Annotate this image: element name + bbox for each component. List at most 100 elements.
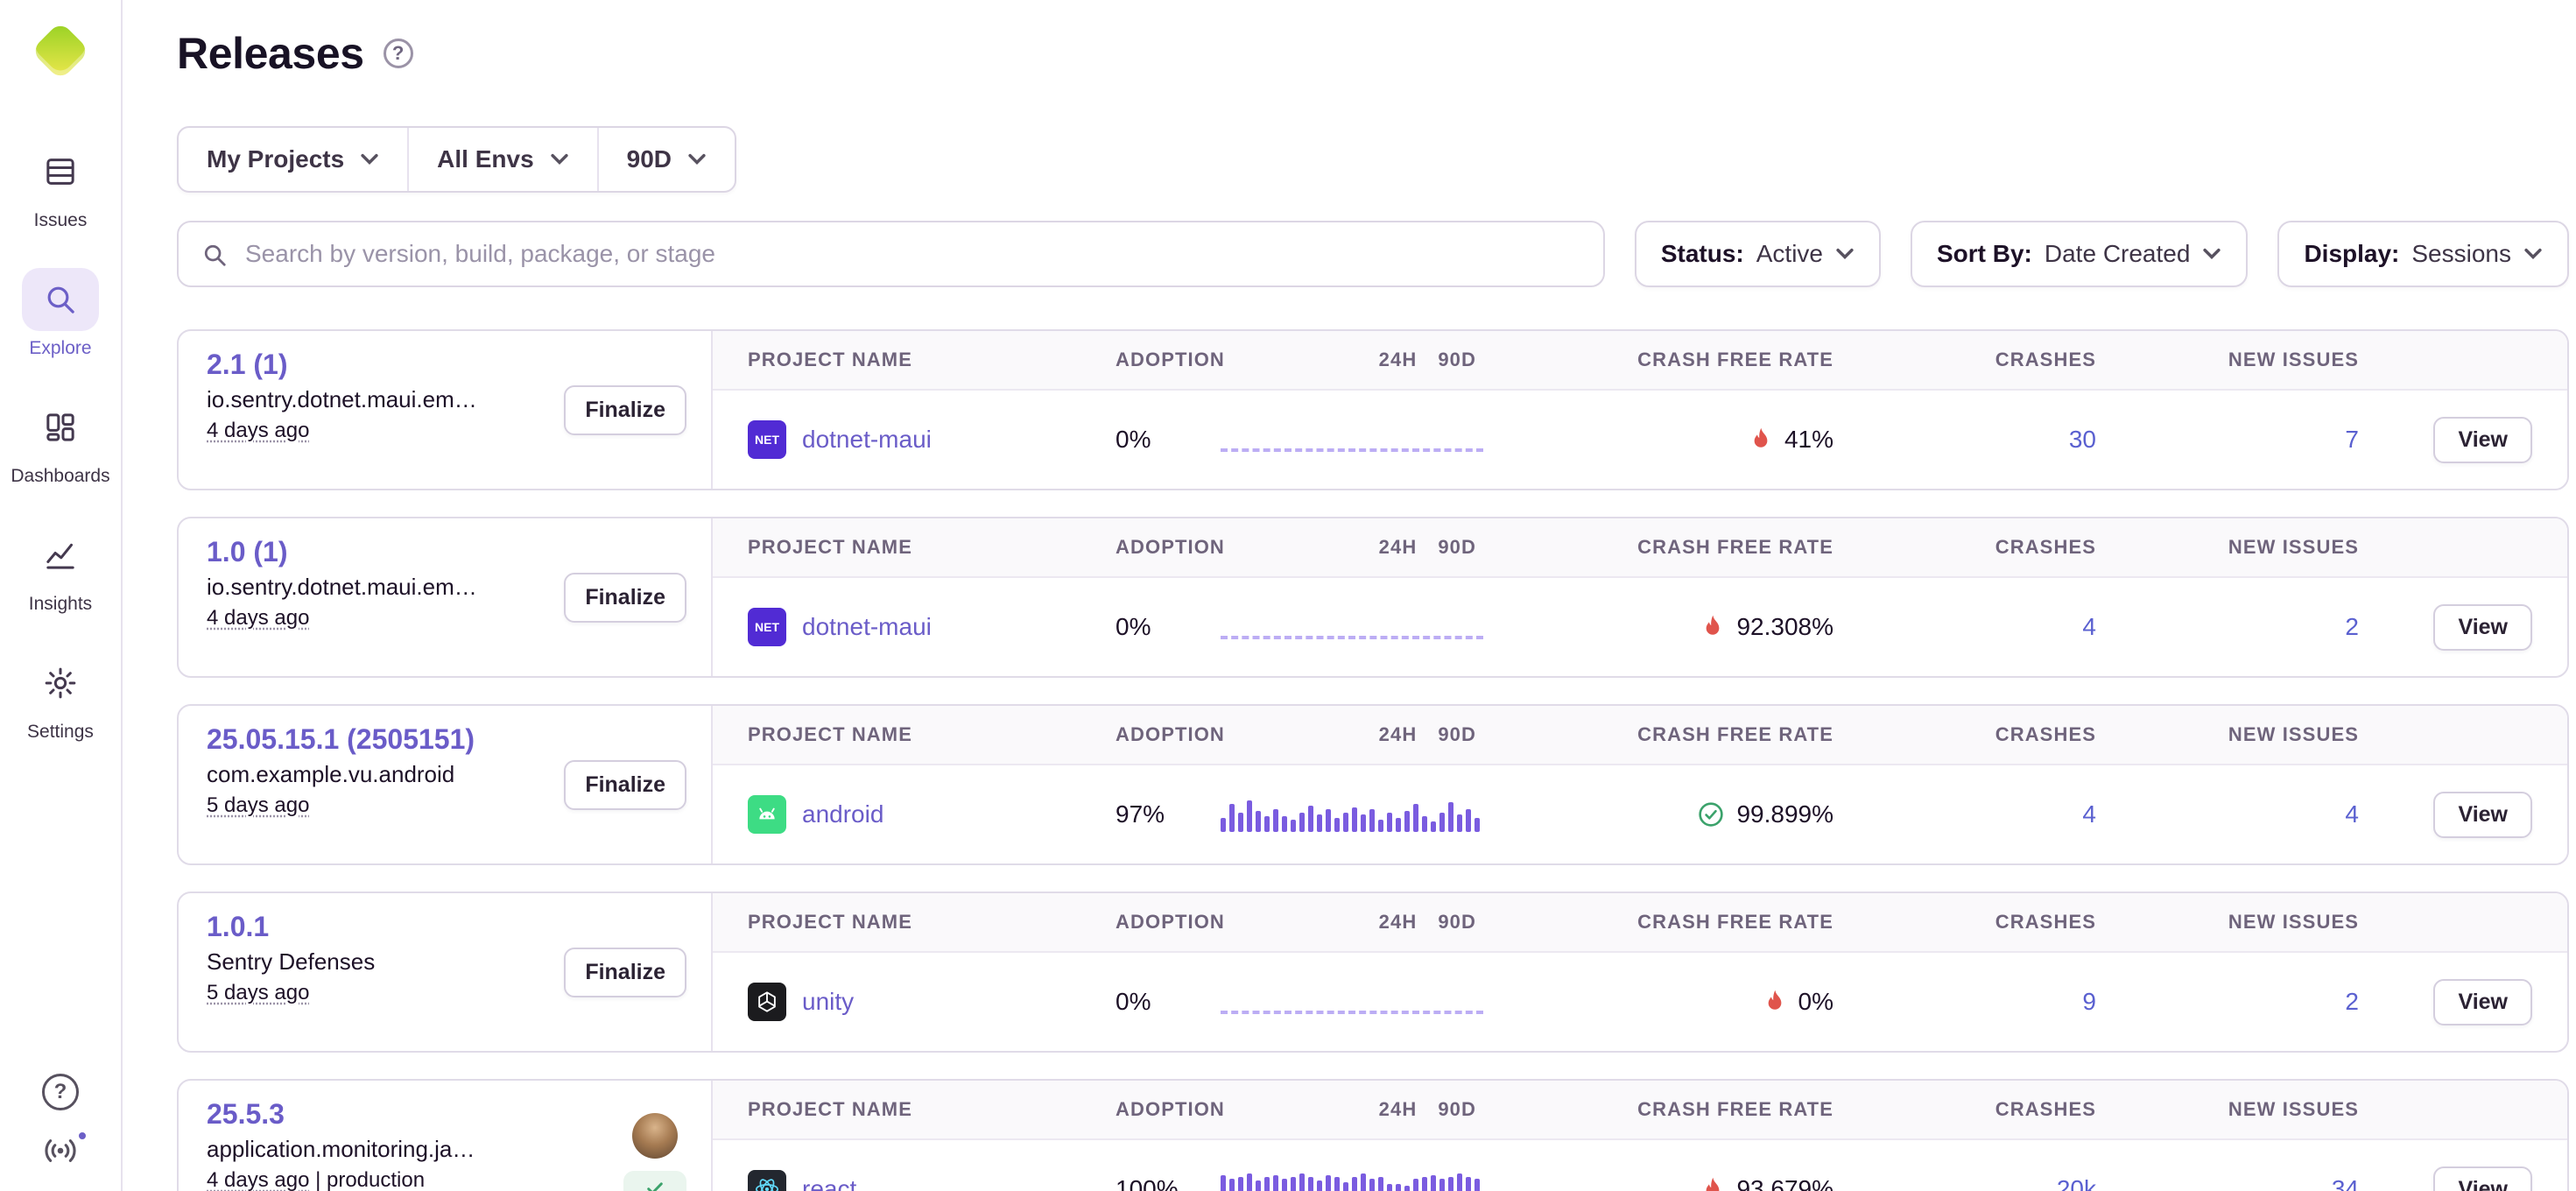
column-crashes: CRASHES	[1833, 911, 2096, 934]
project-link[interactable]: dotnet-maui	[802, 613, 932, 641]
adoption-stage-check[interactable]	[623, 1171, 686, 1191]
finalize-button[interactable]: Finalize	[564, 573, 686, 623]
sidebar-item-label: Issues	[34, 210, 88, 231]
view-button[interactable]: View	[2433, 417, 2532, 463]
crashes-link[interactable]: 4	[2082, 800, 2096, 828]
release-date[interactable]: 5 days ago	[207, 981, 309, 1004]
column-project-name: PROJECT NAME	[748, 1098, 1116, 1121]
page-filter-bar: My Projects All Envs 90D	[177, 126, 736, 193]
project-link[interactable]: react	[802, 1175, 856, 1191]
column-90d-label: 90D	[1438, 1098, 1476, 1121]
new-issues-link[interactable]: 4	[2345, 800, 2359, 828]
release-version-link[interactable]: 1.0 (1)	[207, 536, 477, 568]
sentry-logo[interactable]	[31, 21, 90, 81]
column-crashes: CRASHES	[1833, 536, 2096, 559]
finalize-button[interactable]: Finalize	[564, 760, 686, 810]
releases-help-icon[interactable]: ?	[384, 39, 413, 68]
project-link[interactable]: dotnet-maui	[802, 426, 932, 454]
crashes-link[interactable]: 30	[2069, 426, 2096, 454]
chevron-down-icon	[1835, 248, 1855, 260]
column-new-issues: NEW ISSUES	[2096, 349, 2359, 371]
release-card: 2.1 (1) io.sentry.dotnet.maui.em… 4 days…	[177, 329, 2569, 490]
new-issues-link[interactable]: 2	[2345, 988, 2359, 1016]
project-link[interactable]: unity	[802, 988, 854, 1016]
release-date[interactable]: 5 days ago	[207, 793, 309, 817]
release-table: PROJECT NAME ADOPTION 24H 90D CRASH FREE…	[713, 331, 2567, 489]
finalize-button[interactable]: Finalize	[564, 948, 686, 997]
display-dropdown[interactable]: Display: Sessions	[2277, 221, 2569, 287]
view-button[interactable]: View	[2433, 604, 2532, 651]
column-chart-range: 24H 90D	[1221, 911, 1501, 934]
crash-free-poor-icon	[1763, 990, 1786, 1014]
column-crashes: CRASHES	[1833, 349, 2096, 371]
release-version-link[interactable]: 1.0.1	[207, 911, 375, 943]
adoption-chart	[1221, 610, 1483, 645]
sidebar-item-issues[interactable]: Issues	[22, 140, 99, 231]
crash-free-poor-icon	[1701, 1177, 1724, 1191]
view-button[interactable]: View	[2433, 1166, 2532, 1191]
release-version-link[interactable]: 2.1 (1)	[207, 349, 477, 381]
sidebar-item-dashboards[interactable]: Dashboards	[11, 396, 109, 487]
release-card: 25.05.15.1 (2505151) com.example.vu.andr…	[177, 704, 2569, 865]
column-24h-label: 24H	[1379, 1098, 1418, 1121]
new-issues-link[interactable]: 2	[2345, 613, 2359, 641]
adoption-value: 100%	[1116, 1175, 1221, 1191]
crashes-link[interactable]: 4	[2082, 613, 2096, 641]
column-90d-label: 90D	[1438, 536, 1476, 559]
new-issues-link[interactable]: 34	[2332, 1175, 2359, 1191]
release-package: application.monitoring.ja…	[207, 1136, 475, 1163]
crash-free-good-icon	[1698, 801, 1724, 828]
no-adoption-dash	[1221, 1011, 1483, 1014]
sidebar-item-label: Insights	[29, 594, 92, 615]
column-crashes: CRASHES	[1833, 1098, 2096, 1121]
column-adoption: ADOPTION	[1116, 349, 1221, 371]
project-link[interactable]: android	[802, 800, 883, 828]
react-platform-icon	[748, 1170, 786, 1191]
crashes-link[interactable]: 9	[2082, 988, 2096, 1016]
column-90d-label: 90D	[1438, 911, 1476, 934]
finalize-button[interactable]: Finalize	[564, 385, 686, 435]
adoption-chart	[1221, 797, 1483, 832]
crash-free-value: 99.899%	[1736, 800, 1833, 828]
broadcast-icon[interactable]	[22, 1128, 99, 1173]
sidebar-item-explore[interactable]: Explore	[22, 268, 99, 359]
dashboards-icon	[22, 396, 99, 459]
no-adoption-dash	[1221, 636, 1483, 639]
status-filter-dropdown[interactable]: Status: Active	[1635, 221, 1881, 287]
release-date-suffix: | production	[309, 1168, 425, 1191]
view-button[interactable]: View	[2433, 792, 2532, 838]
column-new-issues: NEW ISSUES	[2096, 723, 2359, 746]
release-meta: 2.1 (1) io.sentry.dotnet.maui.em… 4 days…	[207, 349, 477, 471]
adoption-value: 0%	[1116, 613, 1221, 641]
page-header: Releases ?	[177, 28, 2569, 79]
help-icon[interactable]: ?	[42, 1074, 79, 1110]
release-version-link[interactable]: 25.5.3	[207, 1098, 475, 1131]
release-table-header: PROJECT NAME ADOPTION 24H 90D CRASH FREE…	[713, 1081, 2567, 1140]
view-button[interactable]: View	[2433, 979, 2532, 1025]
new-issues-link[interactable]: 7	[2345, 426, 2359, 454]
search-input[interactable]	[179, 240, 1603, 268]
search-box[interactable]	[177, 221, 1605, 287]
release-owner	[623, 1113, 686, 1191]
chevron-down-icon	[687, 153, 707, 166]
sidebar-item-label: Dashboards	[11, 466, 109, 487]
display-value: Sessions	[2411, 240, 2511, 268]
environment-filter-dropdown[interactable]: All Envs	[409, 128, 598, 191]
sidebar-item-settings[interactable]: Settings	[22, 652, 99, 743]
project-filter-dropdown[interactable]: My Projects	[179, 128, 409, 191]
release-version-link[interactable]: 25.05.15.1 (2505151)	[207, 723, 475, 756]
crashes-link[interactable]: 20k	[2057, 1175, 2096, 1191]
date-range-dropdown[interactable]: 90D	[599, 128, 735, 191]
release-author-avatar[interactable]	[632, 1113, 678, 1159]
release-table-header: PROJECT NAME ADOPTION 24H 90D CRASH FREE…	[713, 706, 2567, 765]
chevron-down-icon	[360, 153, 379, 166]
release-card: 1.0 (1) io.sentry.dotnet.maui.em… 4 days…	[177, 517, 2569, 678]
sort-by-dropdown[interactable]: Sort By: Date Created	[1911, 221, 2248, 287]
release-date[interactable]: 4 days ago	[207, 419, 309, 442]
sidebar-item-insights[interactable]: Insights	[22, 524, 99, 615]
adoption-chart	[1221, 984, 1483, 1019]
release-package: io.sentry.dotnet.maui.em…	[207, 574, 477, 601]
release-date[interactable]: 4 days ago	[207, 606, 309, 630]
release-date[interactable]: 4 days ago	[207, 1168, 309, 1191]
release-table: PROJECT NAME ADOPTION 24H 90D CRASH FREE…	[713, 706, 2567, 863]
